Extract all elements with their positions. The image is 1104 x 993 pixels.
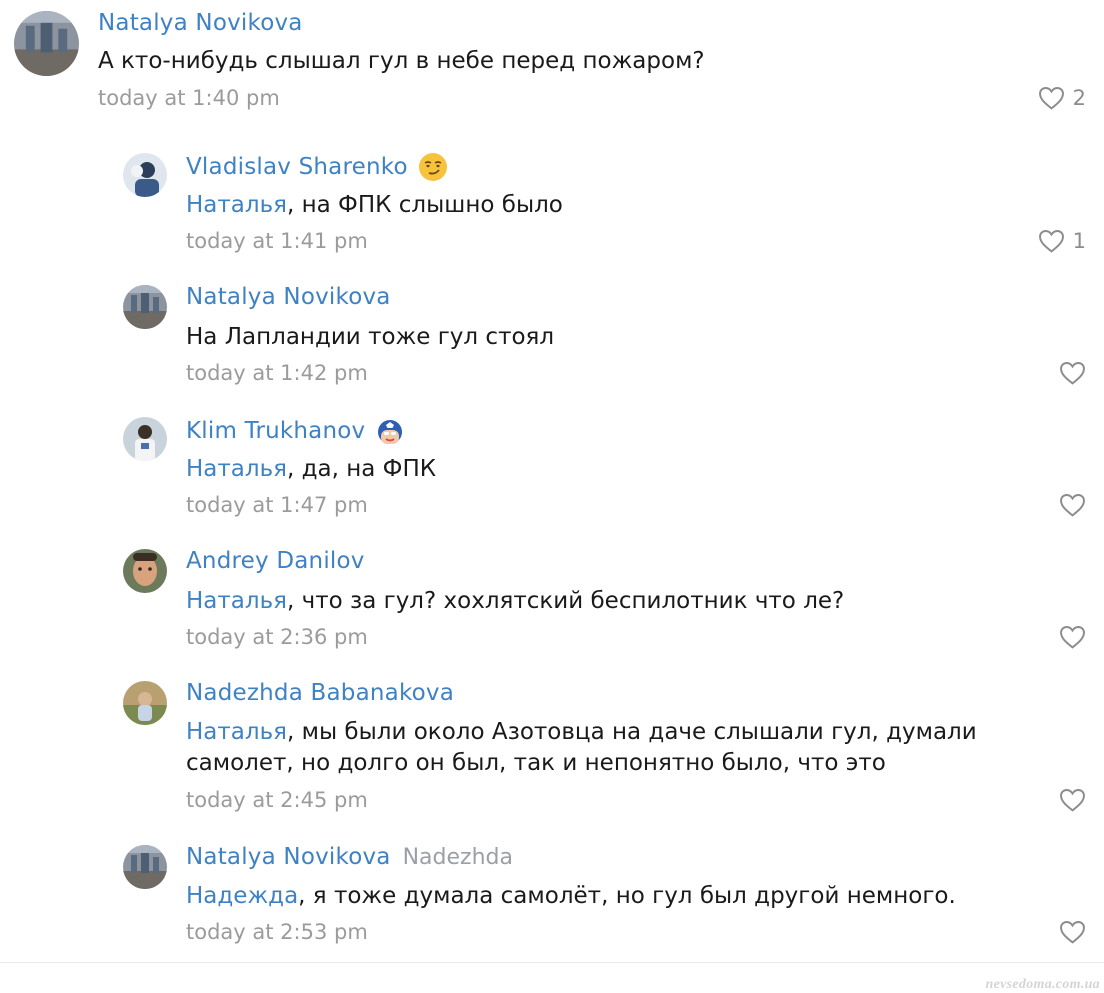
divider [0, 962, 1104, 963]
captain-america-emoji-icon [375, 416, 405, 446]
reply-to-label[interactable]: Nadezhda [403, 845, 513, 870]
comment-author[interactable]: Klim Trukhanov [186, 418, 365, 444]
heart-icon [1059, 920, 1086, 944]
reply-mention[interactable]: Наталья [186, 192, 287, 218]
reply-mention[interactable]: Наталья [186, 588, 287, 614]
reply-mention[interactable]: Наталья [186, 456, 287, 482]
comment-time[interactable]: today at 1:40 pm [98, 86, 280, 110]
like-count: 2 [1072, 86, 1086, 110]
like-button[interactable] [1059, 788, 1086, 812]
avatar[interactable] [123, 153, 167, 197]
comment-author[interactable]: Vladislav Sharenko [186, 154, 408, 180]
smirking-face-emoji-icon [418, 152, 448, 182]
like-button[interactable] [1059, 920, 1086, 944]
heart-icon [1059, 788, 1086, 812]
comment-text: Наталья, мы были около Азотовца на даче … [186, 719, 977, 776]
heart-icon [1059, 625, 1086, 649]
comment-time[interactable]: today at 1:47 pm [186, 493, 368, 517]
avatar[interactable] [123, 845, 167, 889]
like-button[interactable] [1059, 361, 1086, 385]
avatar[interactable] [14, 11, 79, 76]
reply-mention[interactable]: Наталья [186, 719, 287, 745]
comment-author[interactable]: Natalya Novikova [186, 844, 391, 870]
comment-item: Natalya Novikova А кто-нибудь слышал гул… [0, 0, 1104, 125]
like-button[interactable] [1059, 625, 1086, 649]
comment-text: Наталья, на ФПК слышно было [186, 192, 563, 218]
comment-time[interactable]: today at 2:45 pm [186, 788, 368, 812]
comment-time[interactable]: today at 2:53 pm [186, 920, 368, 944]
comment-author[interactable]: Andrey Danilov [186, 548, 365, 574]
heart-icon [1038, 86, 1065, 110]
comment-time[interactable]: today at 2:36 pm [186, 625, 368, 649]
comment-text: А кто-нибудь слышал гул в небе перед пож… [98, 48, 705, 74]
reply-item: Natalya Novikova Nadezhda Надежда, я тож… [0, 842, 1104, 952]
like-button[interactable]: 1 [1038, 229, 1086, 253]
heart-icon [1038, 229, 1065, 253]
comment-time[interactable]: today at 1:42 pm [186, 361, 368, 385]
reply-item: Natalya Novikova На Лапландии тоже гул с… [0, 282, 1104, 392]
comment-author[interactable]: Natalya Novikova [98, 10, 303, 36]
heart-icon [1059, 361, 1086, 385]
avatar[interactable] [123, 285, 167, 329]
heart-icon [1059, 493, 1086, 517]
comment-author[interactable]: Nadezhda Babanakova [186, 680, 454, 706]
like-button[interactable] [1059, 493, 1086, 517]
avatar[interactable] [123, 681, 167, 725]
comment-time[interactable]: today at 1:41 pm [186, 229, 368, 253]
reply-item: Andrey Danilov Наталья, что за гул? хохл… [0, 546, 1104, 656]
comment-text: Наталья, что за гул? хохлятский беспилот… [186, 588, 845, 614]
avatar[interactable] [123, 417, 167, 461]
comment-text: Надежда, я тоже думала самолёт, но гул б… [186, 883, 956, 909]
comment-text: Наталья, да, на ФПК [186, 456, 437, 482]
watermark: nevsedoma.com.ua [985, 977, 1100, 992]
like-button[interactable]: 2 [1038, 86, 1086, 110]
reply-item: Nadezhda Babanakova Наталья, мы были око… [0, 678, 1104, 818]
reply-item: Klim Trukhanov Наталья, да, на ФПК today… [0, 414, 1104, 524]
avatar[interactable] [123, 549, 167, 593]
comment-author[interactable]: Natalya Novikova [186, 284, 391, 310]
comment-text: На Лапландии тоже гул стоял [186, 324, 555, 350]
reply-mention[interactable]: Надежда [186, 883, 298, 909]
like-count: 1 [1072, 229, 1086, 253]
reply-item: Vladislav Sharenko Наталья, на ФПК слышн… [0, 150, 1104, 260]
